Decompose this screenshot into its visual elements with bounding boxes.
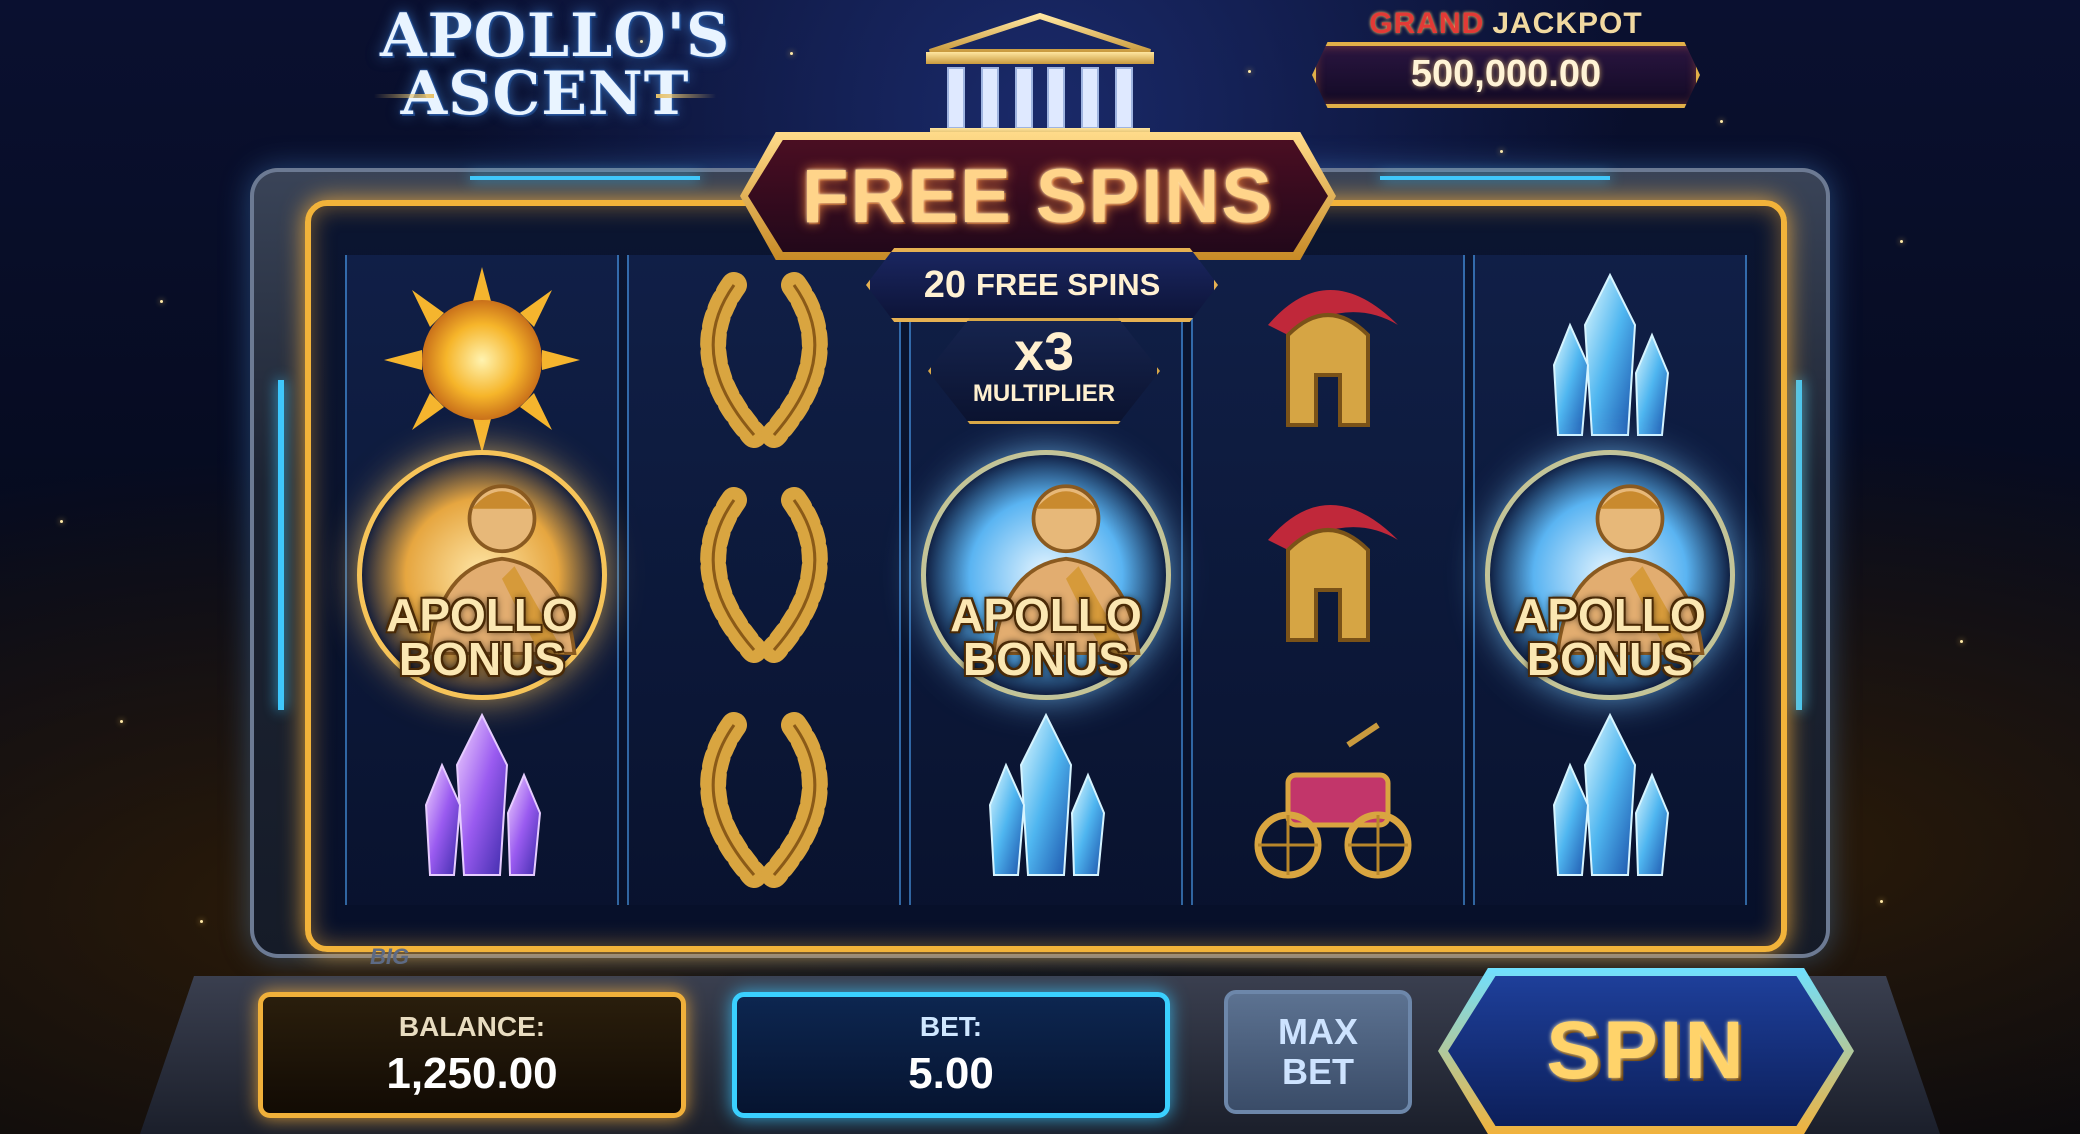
jackpot-value: 500,000.00 <box>1410 53 1602 95</box>
frame-neon-right <box>1796 380 1802 710</box>
balance-label: BALANCE: <box>398 1011 546 1042</box>
max-bet-button[interactable]: MAX BET <box>1224 990 1412 1114</box>
bonus-label-line-2: BONUS <box>398 633 566 685</box>
laurel-wreath-icon <box>700 487 828 663</box>
frame-neon-left <box>278 380 284 710</box>
laurel-wreath-icon <box>700 712 828 888</box>
free-spins-count-label: FREE SPINS <box>975 267 1161 302</box>
sun-symbol <box>347 255 617 465</box>
apollo-bonus-label: APOLLO BONUS <box>1514 592 1706 682</box>
reel-2 <box>627 255 901 905</box>
logo-wing-left <box>374 94 434 98</box>
game-logo: APOLLO'S ASCENT <box>374 1 731 128</box>
free-spins-banner: FREE SPINS <box>748 140 1328 252</box>
bonus-label-line-2: BONUS <box>962 633 1130 685</box>
blue-crystal-icon <box>988 712 1106 876</box>
apollo-bonus-label: APOLLO BONUS <box>950 592 1142 682</box>
frame-neon-top-left <box>470 176 700 180</box>
multiplier-value: x3 <box>1013 322 1075 382</box>
reel-4 <box>1191 255 1465 905</box>
spartan-helmet-icon <box>1268 290 1398 427</box>
purple-crystal-symbol <box>347 695 617 905</box>
frame-tag: BIG <box>370 944 410 969</box>
spartan-helmet-symbol <box>1193 470 1463 680</box>
frame-neon-top-right <box>1380 176 1610 180</box>
blue-crystal-symbol <box>1475 255 1745 465</box>
chariot-icon <box>1254 722 1412 879</box>
jackpot-title-jackpot: JACKPOT <box>1492 7 1643 40</box>
jackpot-title-grand: GRAND <box>1369 7 1485 40</box>
bonus-label-line-2: BONUS <box>1526 633 1694 685</box>
blue-crystal-icon <box>1552 712 1670 876</box>
balance-display: BALANCE: 1,250.00 <box>258 992 686 1118</box>
jackpot-value-box: 500,000.00 <box>1312 42 1700 108</box>
free-spins-title: FREE SPINS <box>802 153 1274 239</box>
laurel-wreath-icon <box>700 272 828 448</box>
game-screen: APOLLO'S ASCENT GRANDJACKPOT 500,000.00 <box>0 0 2080 1134</box>
apollo-bonus-symbol: APOLLO BONUS <box>347 455 617 695</box>
bet-label: BET: <box>919 1011 983 1042</box>
apollo-bonus-symbol: APOLLO BONUS <box>1475 455 1745 695</box>
purple-crystal-icon <box>424 712 542 876</box>
apollo-bonus-badge: APOLLO BONUS <box>926 455 1166 695</box>
max-bet-label-line-2: BET <box>1282 1051 1354 1092</box>
apollo-bonus-badge: APOLLO BONUS <box>362 455 602 695</box>
chariot-symbol <box>1193 695 1463 905</box>
sun-icon <box>384 267 580 453</box>
multiplier-label: MULTIPLIER <box>972 380 1116 407</box>
bet-value: 5.00 <box>908 1049 994 1098</box>
spin-label: SPIN <box>1546 1005 1746 1096</box>
reel-1: APOLLO BONUS <box>345 255 619 905</box>
reel-5: APOLLO BONUS <box>1473 255 1747 905</box>
free-spins-count: 20 <box>923 263 966 306</box>
spin-button[interactable]: SPIN <box>1448 976 1844 1126</box>
multiplier-badge: x3 MULTIPLIER <box>928 318 1160 424</box>
bet-selector[interactable]: BET: 5.00 <box>732 992 1170 1118</box>
apollo-bonus-symbol: APOLLO BONUS <box>911 455 1181 695</box>
temple-icon <box>926 12 1154 138</box>
apollo-bonus-label: APOLLO BONUS <box>386 592 578 682</box>
logo-wing-right <box>656 94 716 98</box>
blue-crystal-symbol <box>1475 695 1745 905</box>
laurel-wreath-symbol <box>629 255 899 465</box>
free-spins-counter: 20 FREE SPINS <box>866 248 1218 322</box>
blue-crystal-symbol <box>911 695 1181 905</box>
laurel-wreath-symbol <box>629 470 899 680</box>
apollo-bonus-badge: APOLLO BONUS <box>1490 455 1730 695</box>
laurel-wreath-symbol <box>629 695 899 905</box>
logo-line-1: APOLLO'S <box>380 1 731 71</box>
jackpot-title: GRAND JACKPOT <box>1306 8 1706 40</box>
blue-crystal-icon <box>1552 272 1670 436</box>
spartan-helmet-icon <box>1268 505 1398 642</box>
max-bet-label-line-1: MAX <box>1278 1011 1358 1052</box>
balance-value: 1,250.00 <box>386 1049 558 1098</box>
spartan-helmet-symbol <box>1193 255 1463 465</box>
grand-jackpot: GRAND JACKPOT 500,000.00 <box>1306 8 1706 108</box>
